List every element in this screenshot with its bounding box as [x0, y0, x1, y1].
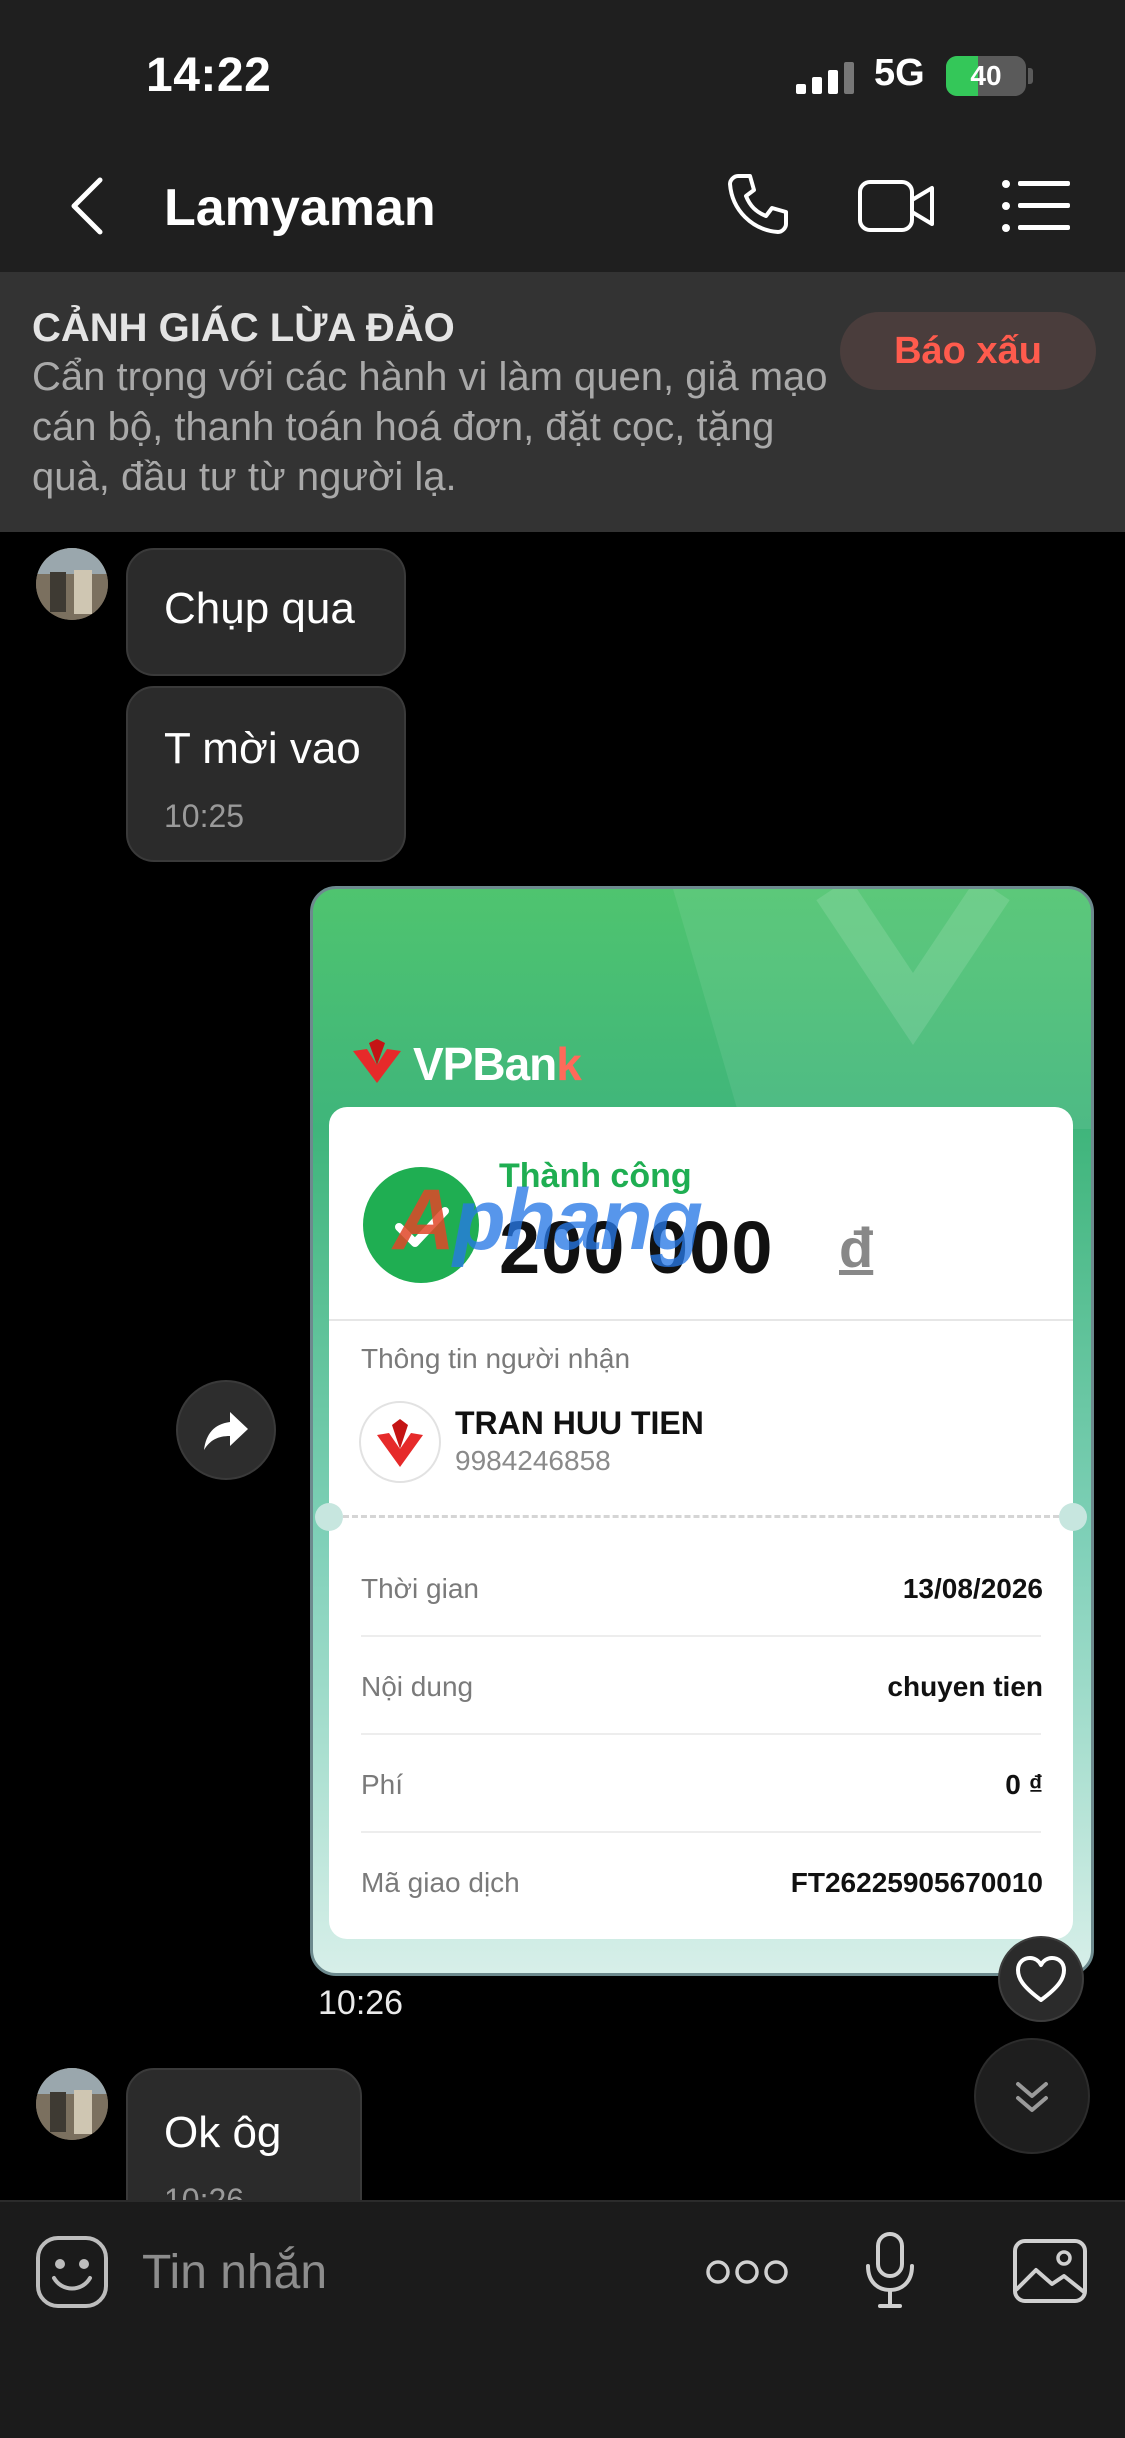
detail-value: 13/08/2026	[902, 1573, 1043, 1604]
warning-body: Cẩn trọng với các hành vi làm quen, giả …	[32, 355, 828, 499]
watermark: Aphang	[393, 1171, 703, 1270]
status-time: 14:22	[146, 49, 272, 102]
divider	[361, 1831, 1041, 1833]
message-text: Ok ôg	[164, 2108, 282, 2157]
battery-nub	[1028, 68, 1033, 84]
image-message[interactable]: VPBank Thành công 200 000 đ Aphang Thông…	[310, 886, 1094, 1976]
detail-value: 0 ₫	[1005, 1769, 1043, 1800]
more-icon[interactable]	[704, 2252, 790, 2292]
divider	[329, 1319, 1073, 1321]
message-text: Chụp qua	[164, 584, 355, 633]
chevron-down-icon	[1016, 2082, 1048, 2112]
heart-icon	[1016, 1956, 1066, 2002]
watermark-rest: phang	[453, 1172, 703, 1268]
detail-label: Nội dung	[361, 1671, 474, 1702]
message-text: T mời vao	[164, 724, 361, 773]
message-time: 10:26	[318, 1984, 404, 2022]
contact-name[interactable]: Lamyaman	[164, 178, 436, 238]
message-input[interactable]	[142, 2240, 662, 2304]
vpbank-logo-icon	[353, 1039, 401, 1083]
vpbank-logo-icon	[377, 1419, 423, 1467]
message-time: 10:25	[164, 798, 245, 834]
phone-icon[interactable]	[722, 168, 794, 240]
share-icon	[204, 1412, 248, 1450]
dashed-divider	[343, 1515, 1059, 1518]
bank-name-main: VPBan	[413, 1038, 557, 1090]
message-bubble[interactable]: T mời vao 10:25	[126, 686, 406, 862]
back-icon[interactable]	[62, 170, 114, 242]
video-icon[interactable]	[856, 176, 936, 236]
message-bubble[interactable]: Chụp qua	[126, 548, 406, 676]
scroll-down-button[interactable]	[974, 2038, 1090, 2154]
gallery-icon[interactable]	[1012, 2238, 1088, 2304]
currency: đ	[839, 1216, 874, 1279]
detail-label: Mã giao dịch	[361, 1867, 520, 1898]
battery-icon: 40	[946, 56, 1026, 96]
detail-label: Phí	[361, 1769, 404, 1800]
recipient-account: 9984246858	[455, 1445, 611, 1476]
bank-name: VPBank	[413, 1037, 582, 1091]
network-label: 5G	[874, 52, 925, 94]
react-button[interactable]	[998, 1936, 1084, 2022]
divider	[361, 1635, 1041, 1637]
share-button[interactable]	[176, 1380, 276, 1480]
recipient-bank-logo-icon	[359, 1401, 441, 1483]
ticket-notch	[1059, 1503, 1087, 1531]
menu-icon[interactable]	[1000, 176, 1072, 236]
battery-percent: 40	[970, 60, 1002, 91]
warning-title: CẢNH GIÁC LỪA ĐẢO	[32, 306, 455, 350]
card-decoration	[673, 889, 1091, 1129]
bank-name-k: k	[556, 1038, 582, 1090]
avatar-image	[36, 548, 108, 620]
signal-icon	[796, 62, 854, 94]
recipient-label: Thông tin người nhận	[361, 1343, 631, 1374]
divider	[361, 1733, 1041, 1735]
report-button[interactable]: Báo xấu	[840, 312, 1096, 390]
mic-icon[interactable]	[862, 2230, 918, 2312]
message-input-bar	[0, 2200, 1125, 2438]
ticket-notch	[315, 1503, 343, 1531]
watermark-a: A	[393, 1172, 455, 1268]
sticker-icon[interactable]	[34, 2234, 110, 2310]
avatar[interactable]	[36, 548, 108, 620]
detail-label: Thời gian	[361, 1573, 479, 1604]
avatar-image	[36, 2068, 108, 2140]
detail-value: chuyen tien	[887, 1671, 1043, 1702]
recipient-name: TRAN HUU TIEN	[455, 1405, 704, 1441]
avatar[interactable]	[36, 2068, 108, 2140]
detail-value: FT26225905670010	[790, 1867, 1043, 1898]
